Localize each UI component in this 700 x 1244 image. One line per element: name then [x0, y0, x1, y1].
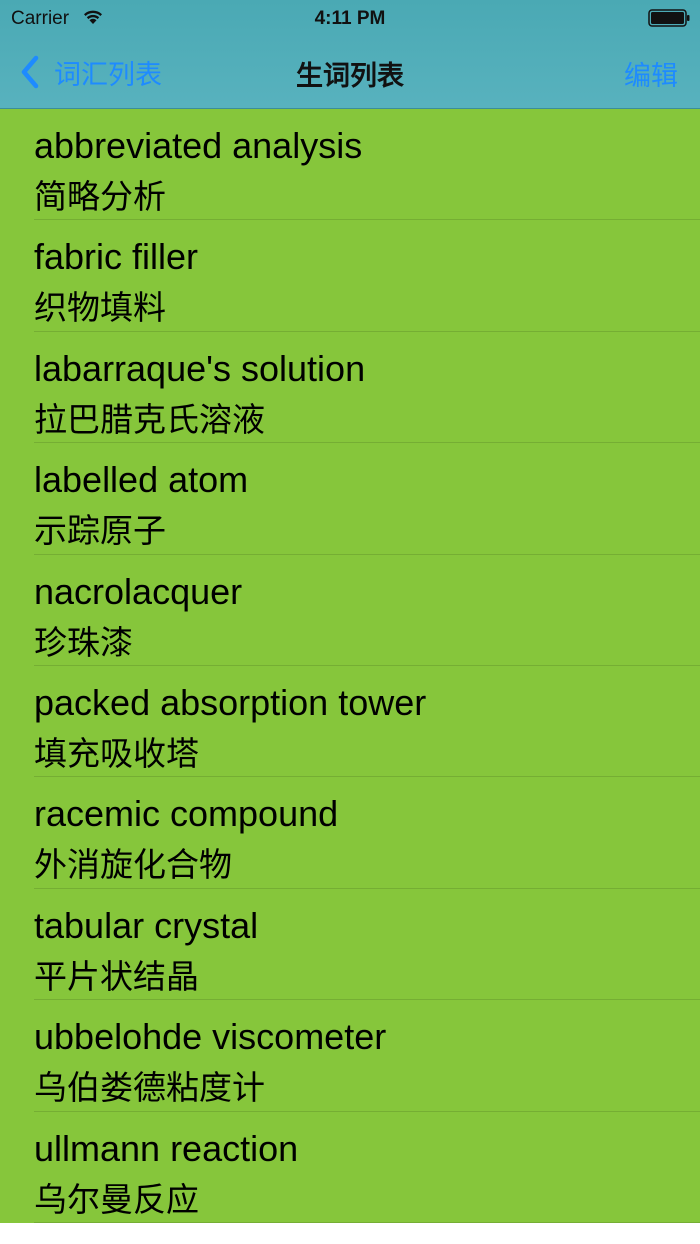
word-translation: 平片状结晶: [34, 957, 199, 995]
word-term: fabric filler: [34, 236, 199, 278]
list-item[interactable]: labarraque's solution 拉巴腊克氏溶液: [0, 332, 700, 444]
edit-button[interactable]: 编辑: [624, 54, 678, 93]
navigation-bar: 词汇列表 生词列表 编辑: [0, 36, 700, 108]
list-item[interactable]: ubbelohde viscometer 乌伯娄德粘度计: [0, 1000, 700, 1112]
word-translation: 珍珠漆: [34, 623, 133, 661]
word-list: abbreviated analysis 简略分析 fabric filler …: [0, 109, 700, 1224]
list-item[interactable]: packed absorption tower 填充吸收塔: [0, 666, 700, 778]
word-term: labarraque's solution: [34, 347, 366, 389]
status-time: 4:11 PM: [314, 8, 386, 29]
list-item[interactable]: racemic compound 外消旋化合物: [0, 777, 700, 890]
word-translation: 乌伯娄德粘度计: [34, 1069, 265, 1107]
word-translation: 拉巴腊克氏溶液: [34, 400, 265, 438]
word-term: ullmann reaction: [34, 1127, 299, 1169]
word-translation: 乌尔曼反应: [34, 1180, 199, 1218]
list-item[interactable]: abbreviated analysis 简略分析: [0, 109, 700, 221]
list-item[interactable]: nacrolacquer 珍珠漆: [0, 555, 700, 667]
word-term: labelled atom: [34, 459, 249, 501]
status-bar: Carrier 4:11 PM: [0, 0, 700, 36]
word-translation: 示踪原子: [34, 512, 166, 550]
word-term: nacrolacquer: [34, 570, 243, 612]
word-term: abbreviated analysis: [34, 125, 363, 166]
word-translation: 填充吸收塔: [34, 734, 199, 772]
list-item[interactable]: fabric filler 织物填料: [0, 220, 700, 333]
battery-icon: [648, 9, 690, 27]
word-term: racemic compound: [34, 793, 339, 835]
word-translation: 外消旋化合物: [34, 846, 232, 884]
word-term: tabular crystal: [34, 904, 259, 946]
page-title: 生词列表: [296, 61, 404, 91]
top-bar: Carrier 4:11 PM 词汇列表 生词列表 编辑: [0, 0, 700, 109]
word-translation: 简略分析: [34, 178, 166, 215]
word-term: packed absorption tower: [34, 681, 427, 723]
bottom-blank-area: [0, 1223, 700, 1244]
list-item[interactable]: ullmann reaction 乌尔曼反应: [0, 1112, 700, 1224]
word-term: ubbelohde viscometer: [34, 1016, 387, 1058]
word-translation: 织物填料: [34, 289, 166, 327]
list-item[interactable]: tabular crystal 平片状结晶: [0, 889, 700, 1001]
list-item[interactable]: labelled atom 示踪原子: [0, 443, 700, 555]
